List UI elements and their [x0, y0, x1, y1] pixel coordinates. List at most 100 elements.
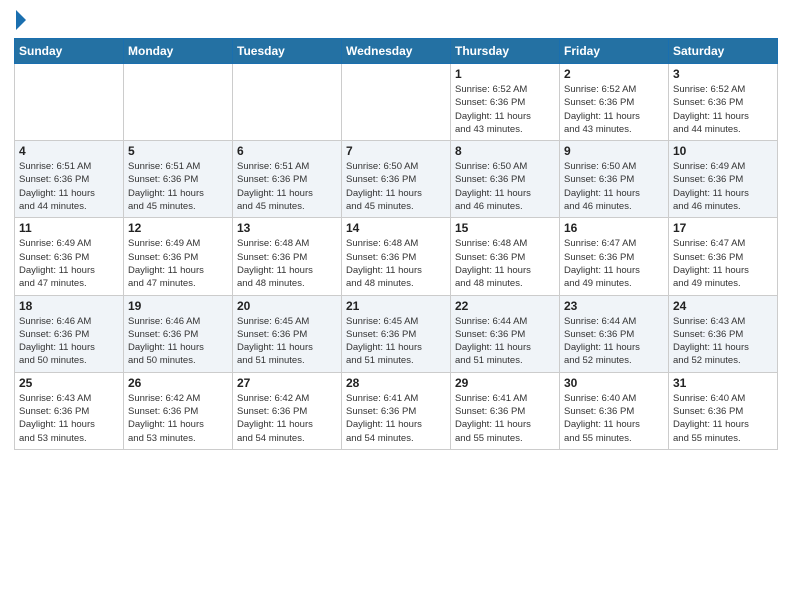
day-number: 25 — [19, 376, 119, 390]
day-info: Sunrise: 6:52 AMSunset: 6:36 PMDaylight:… — [455, 83, 555, 136]
calendar-cell: 18 Sunrise: 6:46 AMSunset: 6:36 PMDayligh… — [15, 295, 124, 372]
day-info: Sunrise: 6:45 AMSunset: 6:36 PMDaylight:… — [346, 315, 446, 368]
calendar-cell: 23 Sunrise: 6:44 AMSunset: 6:36 PMDayligh… — [560, 295, 669, 372]
day-number: 30 — [564, 376, 664, 390]
day-info: Sunrise: 6:43 AMSunset: 6:36 PMDaylight:… — [673, 315, 773, 368]
day-number: 10 — [673, 144, 773, 158]
day-info: Sunrise: 6:46 AMSunset: 6:36 PMDaylight:… — [19, 315, 119, 368]
day-info: Sunrise: 6:46 AMSunset: 6:36 PMDaylight:… — [128, 315, 228, 368]
day-number: 13 — [237, 221, 337, 235]
day-info: Sunrise: 6:45 AMSunset: 6:36 PMDaylight:… — [237, 315, 337, 368]
calendar-day-header: Friday — [560, 39, 669, 64]
calendar-day-header: Thursday — [451, 39, 560, 64]
day-info: Sunrise: 6:48 AMSunset: 6:36 PMDaylight:… — [346, 237, 446, 290]
calendar-day-header: Wednesday — [342, 39, 451, 64]
day-number: 3 — [673, 67, 773, 81]
day-info: Sunrise: 6:48 AMSunset: 6:36 PMDaylight:… — [237, 237, 337, 290]
page: SundayMondayTuesdayWednesdayThursdayFrid… — [0, 0, 792, 612]
day-info: Sunrise: 6:42 AMSunset: 6:36 PMDaylight:… — [128, 392, 228, 445]
calendar-cell: 16 Sunrise: 6:47 AMSunset: 6:36 PMDayligh… — [560, 218, 669, 295]
day-info: Sunrise: 6:51 AMSunset: 6:36 PMDaylight:… — [237, 160, 337, 213]
day-number: 16 — [564, 221, 664, 235]
logo-arrow-icon — [16, 10, 26, 30]
day-info: Sunrise: 6:40 AMSunset: 6:36 PMDaylight:… — [564, 392, 664, 445]
day-info: Sunrise: 6:52 AMSunset: 6:36 PMDaylight:… — [564, 83, 664, 136]
calendar-cell: 31Sunrise: 6:40 AMSunset: 6:36 PMDayligh… — [669, 372, 778, 449]
day-number: 27 — [237, 376, 337, 390]
calendar-day-header: Tuesday — [233, 39, 342, 64]
calendar-cell: 25Sunrise: 6:43 AMSunset: 6:36 PMDayligh… — [15, 372, 124, 449]
calendar-cell — [124, 64, 233, 141]
calendar-cell: 20Sunrise: 6:45 AMSunset: 6:36 PMDayligh… — [233, 295, 342, 372]
day-number: 14 — [346, 221, 446, 235]
calendar-cell: 10 Sunrise: 6:49 AMSunset: 6:36 PMDayligh… — [669, 141, 778, 218]
day-info: Sunrise: 6:50 AMSunset: 6:36 PMDaylight:… — [346, 160, 446, 213]
calendar-cell: 26 Sunrise: 6:42 AMSunset: 6:36 PMDayligh… — [124, 372, 233, 449]
calendar-cell: 27 Sunrise: 6:42 AMSunset: 6:36 PMDayligh… — [233, 372, 342, 449]
day-info: Sunrise: 6:44 AMSunset: 6:36 PMDaylight:… — [564, 315, 664, 368]
day-info: Sunrise: 6:44 AMSunset: 6:36 PMDaylight:… — [455, 315, 555, 368]
calendar-cell: 4 Sunrise: 6:51 AMSunset: 6:36 PMDaylight… — [15, 141, 124, 218]
day-number: 9 — [564, 144, 664, 158]
day-number: 17 — [673, 221, 773, 235]
day-number: 12 — [128, 221, 228, 235]
calendar-cell: 28 Sunrise: 6:41 AMSunset: 6:36 PMDayligh… — [342, 372, 451, 449]
calendar-cell: 9 Sunrise: 6:50 AMSunset: 6:36 PMDaylight… — [560, 141, 669, 218]
calendar-week-row: 11 Sunrise: 6:49 AMSunset: 6:36 PMDayligh… — [15, 218, 778, 295]
day-info: Sunrise: 6:49 AMSunset: 6:36 PMDaylight:… — [673, 160, 773, 213]
calendar-cell: 12 Sunrise: 6:49 AMSunset: 6:36 PMDayligh… — [124, 218, 233, 295]
calendar-cell — [233, 64, 342, 141]
day-info: Sunrise: 6:51 AMSunset: 6:36 PMDaylight:… — [128, 160, 228, 213]
header — [14, 10, 778, 32]
calendar-day-header: Monday — [124, 39, 233, 64]
day-info: Sunrise: 6:42 AMSunset: 6:36 PMDaylight:… — [237, 392, 337, 445]
calendar-cell: 19Sunrise: 6:46 AMSunset: 6:36 PMDayligh… — [124, 295, 233, 372]
day-number: 15 — [455, 221, 555, 235]
calendar-week-row: 25Sunrise: 6:43 AMSunset: 6:36 PMDayligh… — [15, 372, 778, 449]
calendar-cell: 15 Sunrise: 6:48 AMSunset: 6:36 PMDayligh… — [451, 218, 560, 295]
calendar-cell: 14 Sunrise: 6:48 AMSunset: 6:36 PMDayligh… — [342, 218, 451, 295]
day-info: Sunrise: 6:52 AMSunset: 6:36 PMDaylight:… — [673, 83, 773, 136]
day-number: 22 — [455, 299, 555, 313]
day-number: 6 — [237, 144, 337, 158]
day-number: 26 — [128, 376, 228, 390]
calendar-cell: 2Sunrise: 6:52 AMSunset: 6:36 PMDaylight… — [560, 64, 669, 141]
day-number: 28 — [346, 376, 446, 390]
calendar-cell: 22 Sunrise: 6:44 AMSunset: 6:36 PMDayligh… — [451, 295, 560, 372]
calendar-cell: 17 Sunrise: 6:47 AMSunset: 6:36 PMDayligh… — [669, 218, 778, 295]
day-info: Sunrise: 6:49 AMSunset: 6:36 PMDaylight:… — [19, 237, 119, 290]
calendar-cell: 24 Sunrise: 6:43 AMSunset: 6:36 PMDayligh… — [669, 295, 778, 372]
calendar-cell: 1Sunrise: 6:52 AMSunset: 6:36 PMDaylight… — [451, 64, 560, 141]
calendar-cell: 21 Sunrise: 6:45 AMSunset: 6:36 PMDayligh… — [342, 295, 451, 372]
day-number: 21 — [346, 299, 446, 313]
calendar-table: SundayMondayTuesdayWednesdayThursdayFrid… — [14, 38, 778, 450]
day-number: 5 — [128, 144, 228, 158]
day-info: Sunrise: 6:47 AMSunset: 6:36 PMDaylight:… — [564, 237, 664, 290]
day-number: 8 — [455, 144, 555, 158]
day-number: 29 — [455, 376, 555, 390]
calendar-cell: 5 Sunrise: 6:51 AMSunset: 6:36 PMDaylight… — [124, 141, 233, 218]
day-number: 23 — [564, 299, 664, 313]
day-number: 11 — [19, 221, 119, 235]
day-number: 4 — [19, 144, 119, 158]
day-number: 24 — [673, 299, 773, 313]
day-info: Sunrise: 6:49 AMSunset: 6:36 PMDaylight:… — [128, 237, 228, 290]
calendar-cell: 30 Sunrise: 6:40 AMSunset: 6:36 PMDayligh… — [560, 372, 669, 449]
day-info: Sunrise: 6:47 AMSunset: 6:36 PMDaylight:… — [673, 237, 773, 290]
day-info: Sunrise: 6:50 AMSunset: 6:36 PMDaylight:… — [564, 160, 664, 213]
calendar-cell: 8Sunrise: 6:50 AMSunset: 6:36 PMDaylight… — [451, 141, 560, 218]
day-number: 7 — [346, 144, 446, 158]
day-info: Sunrise: 6:40 AMSunset: 6:36 PMDaylight:… — [673, 392, 773, 445]
calendar-day-header: Sunday — [15, 39, 124, 64]
day-info: Sunrise: 6:41 AMSunset: 6:36 PMDaylight:… — [455, 392, 555, 445]
day-number: 18 — [19, 299, 119, 313]
calendar-cell: 7 Sunrise: 6:50 AMSunset: 6:36 PMDaylight… — [342, 141, 451, 218]
calendar-cell: 6 Sunrise: 6:51 AMSunset: 6:36 PMDaylight… — [233, 141, 342, 218]
day-info: Sunrise: 6:51 AMSunset: 6:36 PMDaylight:… — [19, 160, 119, 213]
calendar-cell: 11 Sunrise: 6:49 AMSunset: 6:36 PMDayligh… — [15, 218, 124, 295]
calendar-cell: 3 Sunrise: 6:52 AMSunset: 6:36 PMDaylight… — [669, 64, 778, 141]
day-info: Sunrise: 6:48 AMSunset: 6:36 PMDaylight:… — [455, 237, 555, 290]
calendar-cell — [15, 64, 124, 141]
day-info: Sunrise: 6:41 AMSunset: 6:36 PMDaylight:… — [346, 392, 446, 445]
calendar-cell: 13 Sunrise: 6:48 AMSunset: 6:36 PMDayligh… — [233, 218, 342, 295]
